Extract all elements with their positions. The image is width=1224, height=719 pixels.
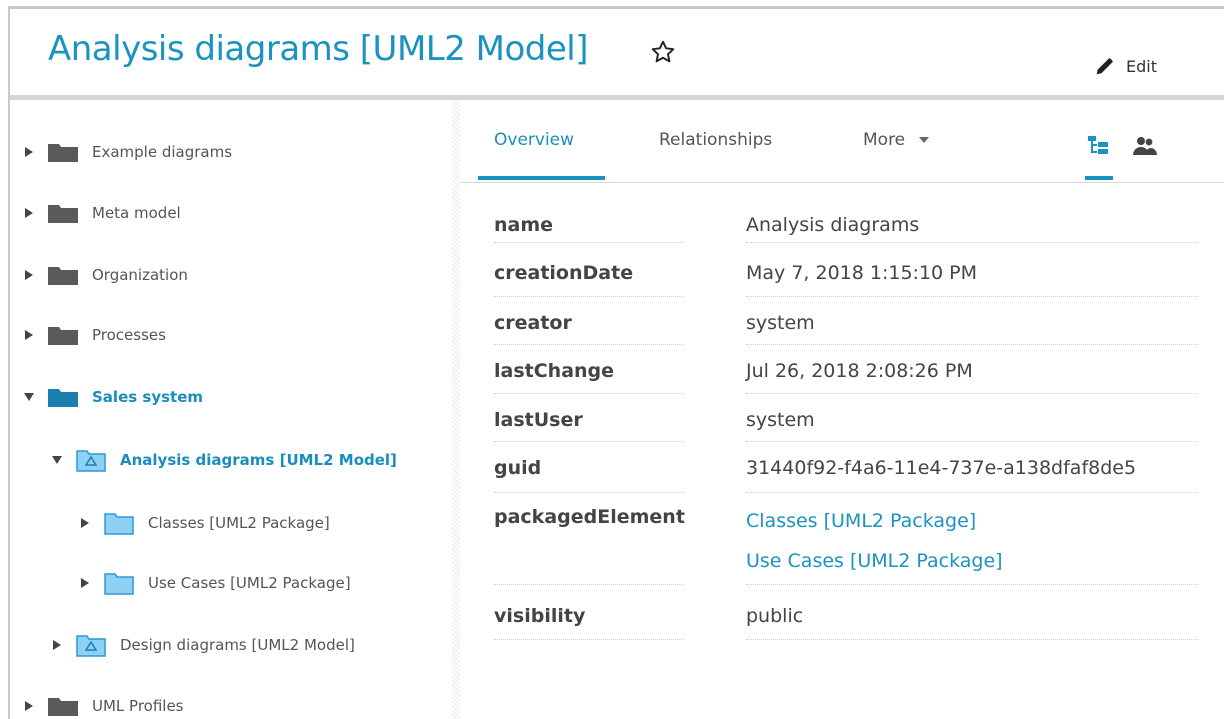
property-name: name	[494, 214, 554, 236]
tree-item-classes[interactable]: Classes [UML2 Package]	[78, 511, 330, 535]
edit-button[interactable]: Edit	[1094, 55, 1157, 77]
expand-arrow-icon[interactable]	[22, 268, 36, 282]
expand-arrow-icon[interactable]	[78, 516, 92, 530]
row-divider	[494, 639, 684, 640]
property-value: system	[746, 409, 815, 431]
tree-item-label: Meta model	[92, 204, 181, 222]
caret-down-icon	[918, 137, 929, 143]
row-divider	[494, 441, 684, 442]
tree-item-processes[interactable]: Processes	[22, 325, 166, 345]
tab-more-label: More	[863, 130, 906, 150]
row-divider	[494, 242, 684, 243]
tab-overview[interactable]: Overview	[494, 130, 574, 150]
uml-package-icon	[104, 513, 134, 535]
property-value: Jul 26, 2018 2:08:26 PM	[746, 360, 973, 382]
tree-item-label: Organization	[92, 266, 188, 284]
tree-view-icon[interactable]	[1088, 136, 1110, 156]
property-name: creationDate	[494, 262, 634, 284]
active-tab-indicator	[478, 176, 605, 180]
property-value: May 7, 2018 1:15:10 PM	[746, 262, 978, 284]
folder-icon	[48, 205, 78, 223]
folder-icon	[48, 267, 78, 285]
row-divider	[494, 492, 684, 493]
folder-icon	[48, 144, 78, 162]
folder-icon	[48, 698, 78, 716]
packaged-element-link-classes[interactable]: Classes [UML2 Package]	[746, 510, 976, 532]
edit-label: Edit	[1126, 56, 1157, 76]
navigation-tree: Example diagrams Meta model Organization…	[10, 100, 455, 719]
expand-arrow-icon[interactable]	[22, 145, 36, 159]
row-divider	[746, 441, 1198, 442]
tree-item-label: Use Cases [UML2 Package]	[148, 574, 351, 592]
row-divider	[494, 296, 684, 297]
page-title: Analysis diagrams [UML2 Model]	[48, 29, 589, 69]
folder-icon	[48, 389, 78, 407]
tree-item-design-diagrams[interactable]: Design diagrams [UML2 Model]	[50, 633, 355, 657]
tree-item-label: Analysis diagrams [UML2 Model]	[120, 451, 397, 469]
active-view-indicator	[1085, 176, 1113, 180]
panel-splitter[interactable]	[452, 100, 460, 719]
tree-item-meta-model[interactable]: Meta model	[22, 203, 181, 223]
property-value: Analysis diagrams	[746, 214, 920, 236]
tree-item-label: Classes [UML2 Package]	[148, 514, 330, 532]
tree-item-sales-system[interactable]: Sales system	[22, 387, 203, 407]
tree-item-label: Sales system	[92, 388, 203, 406]
collapse-arrow-icon[interactable]	[22, 390, 36, 404]
property-value: 31440f92-f4a6-11e4-737e-a138dfaf8de5	[746, 457, 1137, 479]
tab-more[interactable]: More	[863, 130, 929, 150]
uml-package-icon	[104, 573, 134, 595]
expand-arrow-icon[interactable]	[22, 699, 36, 713]
row-divider	[746, 492, 1198, 493]
expand-arrow-icon[interactable]	[50, 638, 64, 652]
users-icon[interactable]	[1132, 136, 1158, 156]
row-divider	[746, 242, 1198, 243]
favorite-star-icon[interactable]	[650, 39, 676, 65]
row-divider	[746, 393, 1198, 394]
property-name: packagedElement	[494, 506, 685, 528]
property-value: system	[746, 312, 815, 334]
property-name: visibility	[494, 605, 586, 627]
property-name: creator	[494, 312, 572, 334]
page-header: Analysis diagrams [UML2 Model] Edit	[10, 9, 1224, 96]
expand-arrow-icon[interactable]	[22, 328, 36, 342]
uml-model-icon	[76, 635, 106, 657]
packaged-element-link-use-cases[interactable]: Use Cases [UML2 Package]	[746, 550, 1003, 572]
tree-item-use-cases[interactable]: Use Cases [UML2 Package]	[78, 571, 351, 595]
collapse-arrow-icon[interactable]	[50, 453, 64, 467]
expand-arrow-icon[interactable]	[22, 206, 36, 220]
row-divider	[494, 393, 684, 394]
tree-item-example-diagrams[interactable]: Example diagrams	[22, 142, 232, 162]
tree-item-label: Example diagrams	[92, 143, 233, 161]
tree-item-uml-profiles[interactable]: UML Profiles	[22, 696, 184, 716]
property-name: lastUser	[494, 409, 583, 431]
tree-item-analysis-diagrams[interactable]: Analysis diagrams [UML2 Model]	[50, 448, 397, 472]
pencil-icon	[1096, 58, 1113, 75]
row-divider	[494, 344, 684, 345]
tab-bar: Overview Relationships More	[460, 100, 1224, 183]
tree-item-label: Design diagrams [UML2 Model]	[120, 636, 355, 654]
tab-relationships[interactable]: Relationships	[659, 130, 772, 150]
row-divider	[746, 584, 1198, 585]
tree-item-label: Processes	[92, 326, 166, 344]
folder-icon	[48, 327, 78, 345]
row-divider	[746, 344, 1198, 345]
property-value: public	[746, 605, 804, 627]
property-name: guid	[494, 457, 542, 479]
tree-item-label: UML Profiles	[92, 697, 184, 715]
expand-arrow-icon[interactable]	[78, 576, 92, 590]
row-divider	[746, 296, 1198, 297]
tree-item-organization[interactable]: Organization	[22, 265, 188, 285]
detail-panel: Overview Relationships More name Analysi…	[460, 100, 1224, 719]
property-name: lastChange	[494, 360, 615, 382]
uml-model-icon	[76, 450, 106, 472]
row-divider	[494, 584, 684, 585]
row-divider	[746, 639, 1198, 640]
